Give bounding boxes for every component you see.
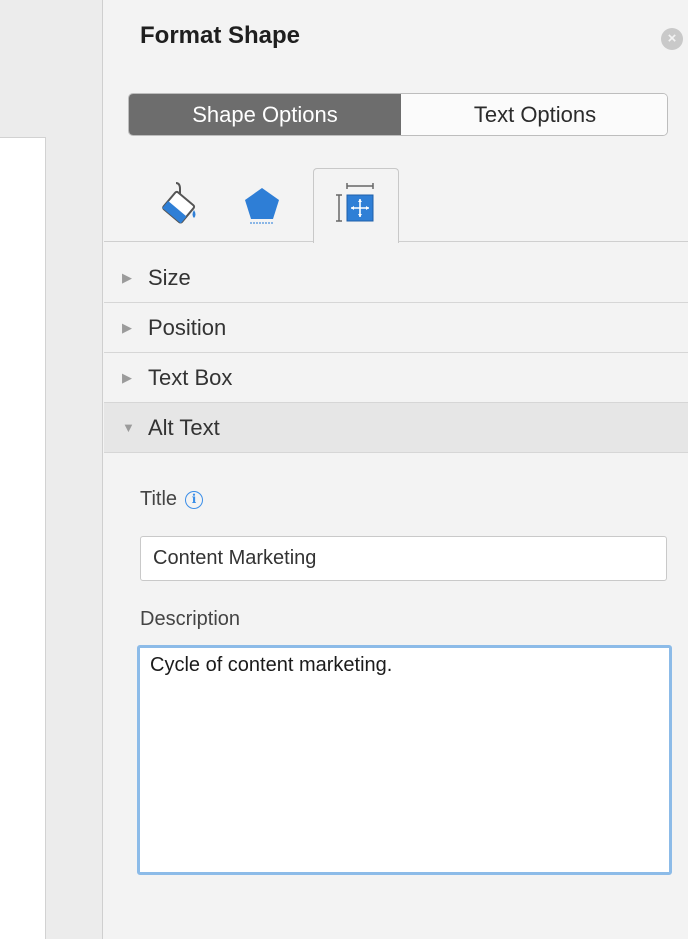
pane-title: Format Shape bbox=[140, 22, 301, 49]
section-label: Text Box bbox=[148, 364, 233, 390]
alt-title-label: Title bbox=[140, 488, 178, 510]
options-segmented-control: Shape Options Text Options bbox=[128, 93, 668, 136]
document-area bbox=[0, 0, 103, 939]
info-icon[interactable]: i bbox=[185, 491, 204, 509]
chevron-right-icon: ▶ bbox=[122, 269, 132, 285]
fill-line-tab[interactable] bbox=[148, 174, 208, 234]
effects-tab[interactable] bbox=[232, 174, 292, 234]
section-label: Alt Text bbox=[148, 414, 220, 440]
section-label: Position bbox=[148, 314, 227, 340]
alt-description-label: Description bbox=[140, 608, 241, 630]
chevron-right-icon: ▶ bbox=[122, 319, 132, 335]
chevron-right-icon: ▶ bbox=[122, 369, 132, 385]
effects-pentagon-icon bbox=[245, 188, 279, 224]
section-text-box[interactable]: ▶ Text Box bbox=[104, 353, 688, 403]
alt-title-input[interactable]: Content Marketing bbox=[140, 536, 667, 581]
alt-description-textarea[interactable]: Cycle of content marketing. bbox=[137, 645, 672, 875]
document-page[interactable] bbox=[0, 137, 46, 939]
section-alt-text[interactable]: ▼ Alt Text bbox=[104, 403, 688, 453]
chevron-down-icon: ▼ bbox=[122, 420, 135, 435]
section-label: Size bbox=[148, 264, 191, 290]
alt-title-label-row: Title i bbox=[140, 488, 204, 511]
format-shape-pane: Format Shape × Shape Options Text Option… bbox=[104, 0, 688, 939]
section-position[interactable]: ▶ Position bbox=[104, 303, 688, 353]
section-size[interactable]: ▶ Size bbox=[104, 253, 688, 303]
close-pane-button[interactable]: × bbox=[661, 28, 683, 50]
size-properties-icon bbox=[336, 183, 374, 222]
tab-shape-options[interactable]: Shape Options bbox=[129, 94, 401, 135]
fill-line-icon bbox=[162, 182, 196, 224]
size-properties-tab[interactable] bbox=[313, 168, 399, 243]
icon-tab-bar bbox=[104, 168, 688, 243]
close-icon: × bbox=[667, 30, 677, 47]
tab-text-options[interactable]: Text Options bbox=[401, 94, 667, 135]
